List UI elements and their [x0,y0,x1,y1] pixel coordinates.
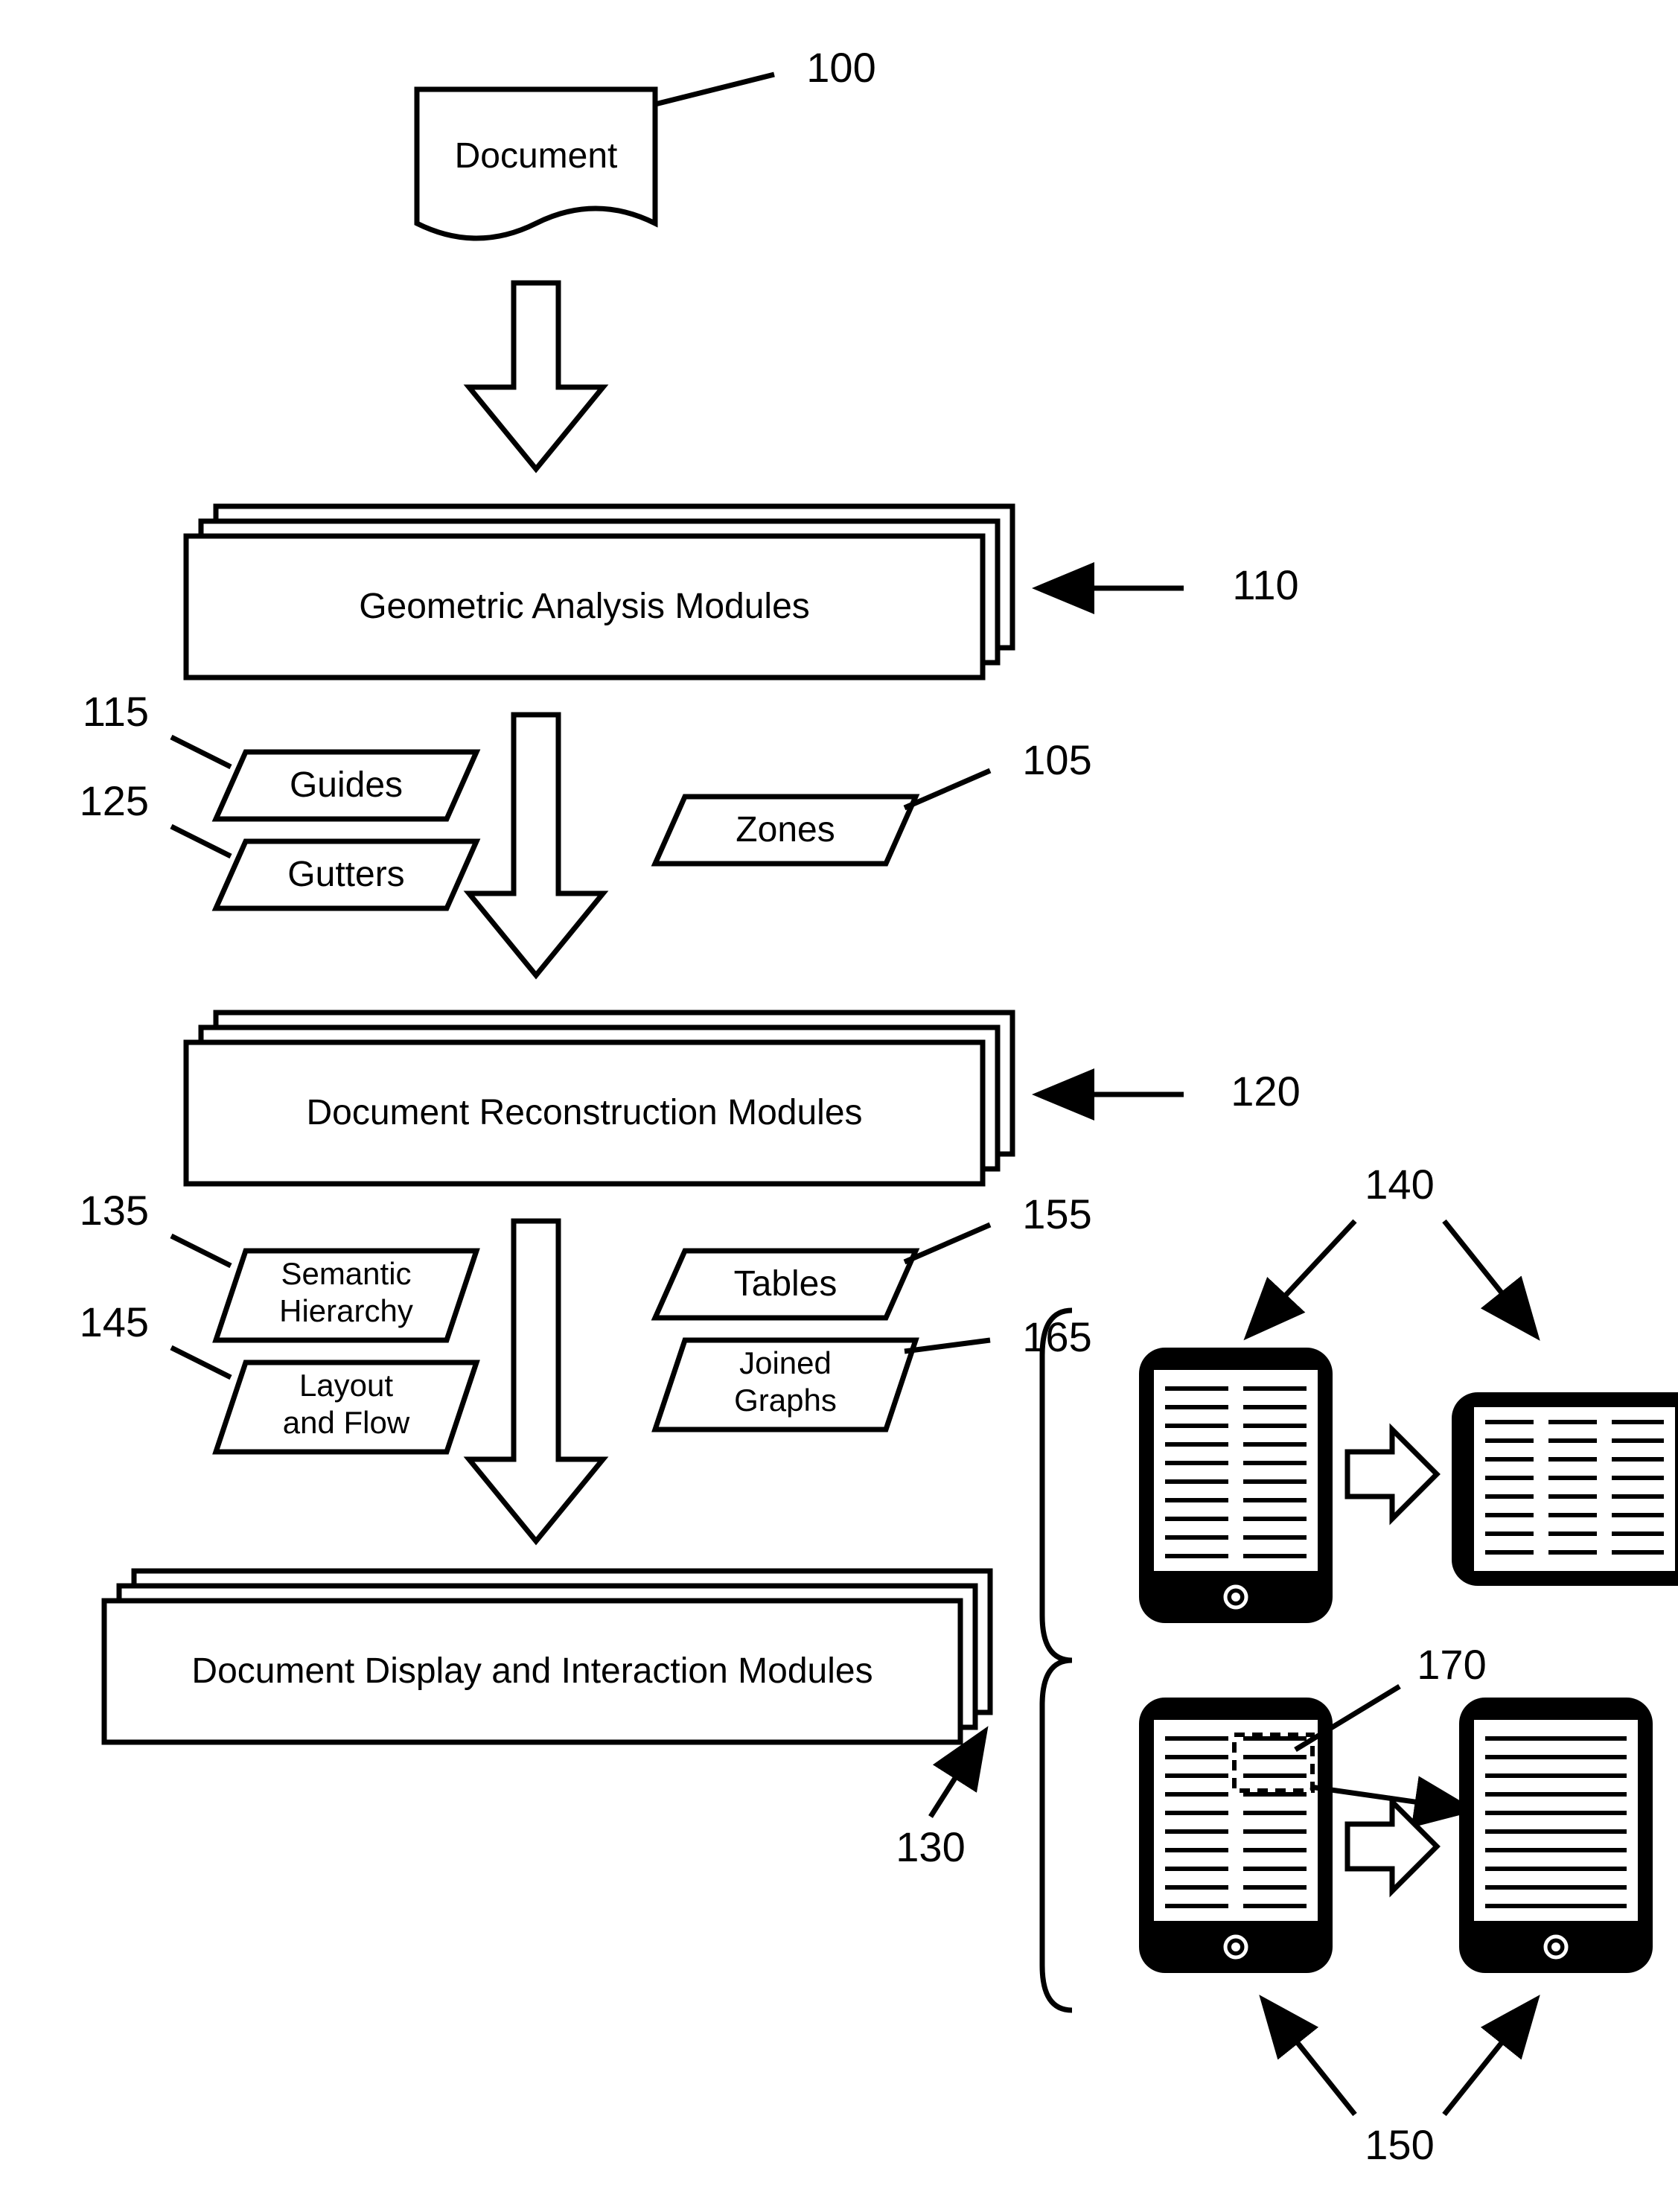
leader-135 [171,1236,231,1266]
recon-modules-label: Document Reconstruction Modules [306,1093,862,1132]
joined-label-2: Graphs [734,1383,837,1418]
layout-label-2: and Flow [283,1405,410,1440]
phone-portrait-3 [1459,1698,1653,1973]
patent-figure: Document 100 Geometric Analysis Modules … [0,0,1678,2212]
semantic-label-1: Semantic [281,1256,411,1291]
flow-arrow-3 [469,1221,603,1541]
leader-150b [1444,2003,1534,2114]
ref-145: 145 [80,1298,149,1345]
ref-115: 115 [83,688,149,735]
ref-125: 125 [80,777,149,824]
leader-155 [905,1225,990,1262]
selection-arrow [1310,1787,1467,1809]
document-shape: Document [417,89,655,238]
recon-modules-box: Document Reconstruction Modules [186,1013,1012,1184]
tables-para: Tables [655,1251,916,1318]
leader-150a [1266,2003,1355,2114]
gutters-label: Gutters [287,855,404,894]
ref-170: 170 [1417,1641,1486,1688]
display-modules-box: Document Display and Interaction Modules [104,1571,990,1742]
semantic-label-2: Hierarchy [279,1293,413,1328]
phone-portrait-2 [1139,1698,1333,1973]
brace [1042,1310,1072,2010]
layout-label-1: Layout [299,1368,393,1403]
display-modules-label: Document Display and Interaction Modules [191,1651,873,1691]
ref-110: 110 [1232,561,1298,608]
zones-label: Zones [736,810,835,850]
small-arrow-2 [1347,1802,1437,1891]
zones-para: Zones [655,797,916,864]
guides-para: Guides [216,752,476,819]
ref-105: 105 [1022,736,1091,783]
geom-modules-box: Geometric Analysis Modules [186,506,1012,678]
ref-135: 135 [80,1187,149,1234]
tables-label: Tables [734,1264,838,1304]
leader-140a [1251,1221,1355,1333]
leader-140b [1444,1221,1534,1333]
leader-115 [171,737,231,767]
flow-arrow-2 [469,715,603,975]
leader-100 [655,74,774,104]
geom-modules-label: Geometric Analysis Modules [359,587,810,626]
ref-165: 165 [1022,1313,1091,1360]
layout-para: Layout and Flow [216,1362,476,1452]
flow-arrow-1 [469,283,603,469]
ref-100: 100 [806,44,875,91]
small-arrow-1 [1347,1429,1437,1519]
semantic-para: Semantic Hierarchy [216,1251,476,1340]
phone-portrait-1 [1139,1348,1333,1623]
guides-label: Guides [290,765,403,805]
leader-130 [931,1735,983,1817]
joined-para: Joined Graphs [655,1340,916,1429]
phone-landscape [1452,1392,1678,1586]
gutters-para: Gutters [216,841,476,908]
leader-105 [905,771,990,808]
ref-150: 150 [1365,2121,1434,2168]
ref-155: 155 [1022,1191,1091,1237]
leader-125 [171,826,231,856]
ref-120: 120 [1231,1068,1300,1115]
ref-130: 130 [896,1823,965,1870]
ref-140: 140 [1365,1161,1434,1208]
joined-label-1: Joined [739,1345,832,1380]
document-label: Document [455,136,618,176]
leader-145 [171,1348,231,1377]
